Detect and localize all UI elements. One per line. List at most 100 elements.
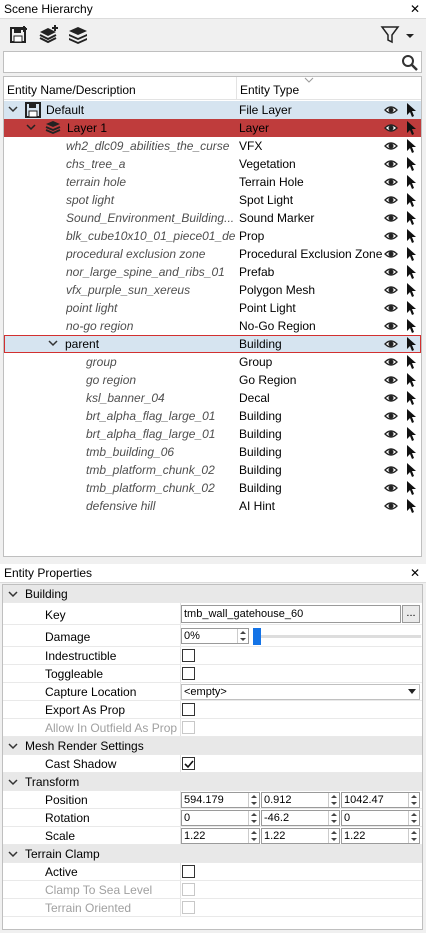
- section-terrain-clamp[interactable]: Terrain Clamp: [3, 845, 422, 863]
- selectable-cursor-icon[interactable]: [406, 192, 416, 208]
- tree-row[interactable]: nor_large_spine_and_ribs_01 Prefab: [4, 263, 421, 281]
- visibility-eye-icon[interactable]: [384, 266, 398, 278]
- scale-z-field[interactable]: 1.22: [341, 828, 420, 844]
- tree-row[interactable]: vfx_purple_sun_xereus Polygon Mesh: [4, 281, 421, 299]
- collapse-chevron-icon[interactable]: [8, 741, 18, 751]
- visibility-eye-icon[interactable]: [384, 302, 398, 314]
- section-transform[interactable]: Transform: [3, 773, 422, 791]
- add-layer-icon[interactable]: [38, 25, 60, 45]
- indestructible-checkbox[interactable]: [182, 649, 195, 662]
- position-y-spinner[interactable]: [328, 793, 339, 807]
- position-z-spinner[interactable]: [408, 793, 419, 807]
- selectable-cursor-icon[interactable]: [406, 228, 416, 244]
- visibility-eye-icon[interactable]: [384, 140, 398, 152]
- tree-row-selected[interactable]: parent Building: [4, 335, 421, 353]
- scale-y-spinner[interactable]: [328, 829, 339, 843]
- tree-row-file-layer[interactable]: Default File Layer: [4, 101, 421, 119]
- rotation-z-field[interactable]: 0: [341, 810, 420, 826]
- selectable-cursor-icon[interactable]: [406, 156, 416, 172]
- active-checkbox[interactable]: [182, 865, 195, 878]
- export-as-prop-checkbox[interactable]: [182, 703, 195, 716]
- visibility-eye-icon[interactable]: [384, 392, 398, 404]
- tree-row[interactable]: Sound_Environment_Building... Sound Mark…: [4, 209, 421, 227]
- selectable-cursor-icon[interactable]: [406, 498, 416, 514]
- scale-z-spinner[interactable]: [408, 829, 419, 843]
- tree-row[interactable]: tmb_platform_chunk_02 Building: [4, 479, 421, 497]
- visibility-eye-icon[interactable]: [384, 212, 398, 224]
- scale-y-field[interactable]: 1.22: [261, 828, 340, 844]
- selectable-cursor-icon[interactable]: [406, 264, 416, 280]
- selectable-cursor-icon[interactable]: [406, 102, 416, 118]
- scale-x-spinner[interactable]: [248, 829, 259, 843]
- scale-x-field[interactable]: 1.22: [181, 828, 260, 844]
- search-icon[interactable]: [401, 54, 419, 72]
- save-layer-icon[interactable]: [8, 25, 30, 45]
- tree-row[interactable]: group Group: [4, 353, 421, 371]
- key-field[interactable]: tmb_wall_gatehouse_60: [181, 605, 401, 623]
- tree-row[interactable]: terrain hole Terrain Hole: [4, 173, 421, 191]
- selectable-cursor-icon[interactable]: [406, 444, 416, 460]
- expand-chevron-icon[interactable]: [8, 104, 18, 114]
- selectable-cursor-icon[interactable]: [406, 282, 416, 298]
- selectable-cursor-icon[interactable]: [406, 138, 416, 154]
- visibility-eye-icon[interactable]: [384, 464, 398, 476]
- rotation-y-field[interactable]: -46.2: [261, 810, 340, 826]
- position-z-field[interactable]: 1042.47: [341, 792, 420, 808]
- selectable-cursor-icon[interactable]: [406, 390, 416, 406]
- visibility-eye-icon[interactable]: [384, 176, 398, 188]
- chevron-down-icon[interactable]: [403, 25, 417, 45]
- visibility-eye-icon[interactable]: [384, 500, 398, 512]
- tree-row[interactable]: ksl_banner_04 Decal: [4, 389, 421, 407]
- tree-row[interactable]: tmb_platform_chunk_02 Building: [4, 461, 421, 479]
- visibility-eye-icon[interactable]: [384, 122, 398, 134]
- tree-row[interactable]: defensive hill AI Hint: [4, 497, 421, 515]
- search-input[interactable]: [3, 51, 422, 73]
- selectable-cursor-icon[interactable]: [406, 426, 416, 442]
- cast-shadow-checkbox[interactable]: [182, 757, 195, 770]
- selectable-cursor-icon[interactable]: [406, 336, 416, 352]
- visibility-eye-icon[interactable]: [384, 284, 398, 296]
- collapse-chevron-icon[interactable]: [8, 777, 18, 787]
- visibility-eye-icon[interactable]: [384, 320, 398, 332]
- rotation-z-spinner[interactable]: [408, 811, 419, 825]
- close-icon[interactable]: ✕: [410, 564, 420, 583]
- position-x-field[interactable]: 594.179: [181, 792, 260, 808]
- selectable-cursor-icon[interactable]: [406, 408, 416, 424]
- tree-row[interactable]: brt_alpha_flag_large_01 Building: [4, 425, 421, 443]
- visibility-eye-icon[interactable]: [384, 374, 398, 386]
- rotation-x-spinner[interactable]: [248, 811, 259, 825]
- collapse-chevron-icon[interactable]: [8, 589, 18, 599]
- selectable-cursor-icon[interactable]: [406, 354, 416, 370]
- rotation-y-spinner[interactable]: [328, 811, 339, 825]
- selectable-cursor-icon[interactable]: [406, 372, 416, 388]
- capture-location-select[interactable]: <empty>: [181, 684, 420, 700]
- selectable-cursor-icon[interactable]: [406, 462, 416, 478]
- filter-icon[interactable]: [380, 25, 402, 45]
- expand-chevron-icon[interactable]: [48, 338, 58, 348]
- tree-row[interactable]: chs_tree_a Vegetation: [4, 155, 421, 173]
- tree-row[interactable]: procedural exclusion zone Procedural Exc…: [4, 245, 421, 263]
- tree-row[interactable]: spot light Spot Light: [4, 191, 421, 209]
- visibility-eye-icon[interactable]: [384, 230, 398, 242]
- selectable-cursor-icon[interactable]: [406, 318, 416, 334]
- selectable-cursor-icon[interactable]: [406, 120, 416, 136]
- tree-row[interactable]: no-go region No-Go Region: [4, 317, 421, 335]
- damage-field[interactable]: 0%: [181, 628, 249, 644]
- selectable-cursor-icon[interactable]: [406, 210, 416, 226]
- visibility-eye-icon[interactable]: [384, 158, 398, 170]
- visibility-eye-icon[interactable]: [384, 482, 398, 494]
- section-building[interactable]: Building: [3, 585, 422, 603]
- close-icon[interactable]: ✕: [410, 0, 420, 19]
- damage-slider-track[interactable]: [255, 635, 421, 638]
- section-mesh-render[interactable]: Mesh Render Settings: [3, 737, 422, 755]
- damage-slider-handle[interactable]: [253, 628, 261, 645]
- column-header-type[interactable]: Entity Type: [240, 83, 299, 97]
- selectable-cursor-icon[interactable]: [406, 246, 416, 262]
- visibility-eye-icon[interactable]: [384, 410, 398, 422]
- rotation-x-field[interactable]: 0: [181, 810, 260, 826]
- selectable-cursor-icon[interactable]: [406, 300, 416, 316]
- toggleable-checkbox[interactable]: [182, 667, 195, 680]
- visibility-eye-icon[interactable]: [384, 338, 398, 350]
- key-browse-button[interactable]: ...: [402, 605, 420, 623]
- tree-row[interactable]: wh2_dlc09_abilities_the_curse VFX: [4, 137, 421, 155]
